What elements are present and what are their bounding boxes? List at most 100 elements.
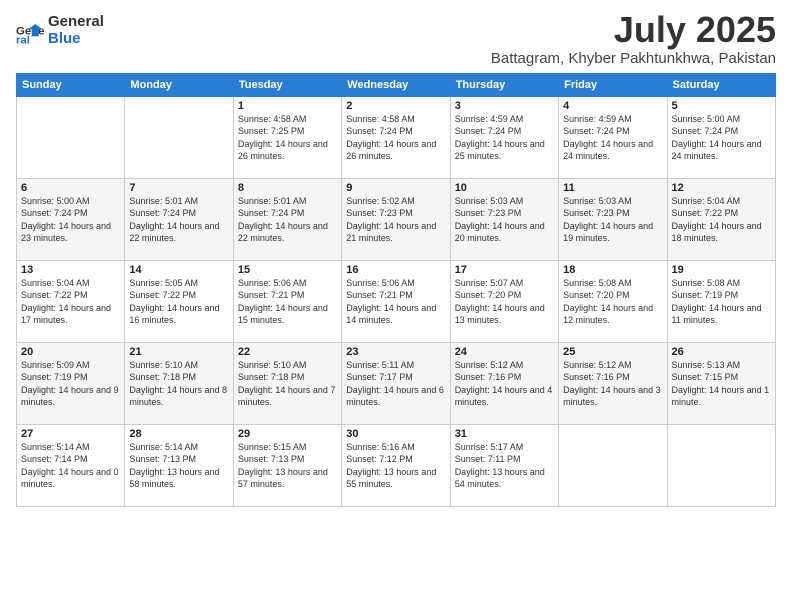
day-number: 14	[129, 264, 228, 276]
day-info: Sunrise: 5:04 AMSunset: 7:22 PMDaylight:…	[21, 277, 120, 327]
day-number: 24	[455, 346, 554, 358]
day-number: 29	[238, 428, 337, 440]
day-number: 18	[563, 264, 662, 276]
table-row: 26Sunrise: 5:13 AMSunset: 7:15 PMDayligh…	[667, 342, 775, 424]
page-header: Gene ral General Blue July 2025 Battagra…	[16, 10, 776, 67]
day-info: Sunrise: 5:00 AMSunset: 7:24 PMDaylight:…	[21, 195, 120, 245]
table-row: 6Sunrise: 5:00 AMSunset: 7:24 PMDaylight…	[17, 178, 125, 260]
day-info: Sunrise: 4:58 AMSunset: 7:24 PMDaylight:…	[346, 113, 445, 163]
day-info: Sunrise: 5:00 AMSunset: 7:24 PMDaylight:…	[672, 113, 771, 163]
day-info: Sunrise: 5:11 AMSunset: 7:17 PMDaylight:…	[346, 359, 445, 409]
table-row: 28Sunrise: 5:14 AMSunset: 7:13 PMDayligh…	[125, 424, 233, 506]
day-info: Sunrise: 5:10 AMSunset: 7:18 PMDaylight:…	[238, 359, 337, 409]
day-info: Sunrise: 5:03 AMSunset: 7:23 PMDaylight:…	[563, 195, 662, 245]
logo-blue-text: Blue	[48, 31, 104, 48]
day-info: Sunrise: 5:10 AMSunset: 7:18 PMDaylight:…	[129, 359, 228, 409]
day-number: 16	[346, 264, 445, 276]
day-number: 1	[238, 100, 337, 112]
day-number: 15	[238, 264, 337, 276]
day-info: Sunrise: 5:01 AMSunset: 7:24 PMDaylight:…	[238, 195, 337, 245]
calendar-header-row: Sunday Monday Tuesday Wednesday Thursday…	[17, 73, 776, 96]
table-row: 7Sunrise: 5:01 AMSunset: 7:24 PMDaylight…	[125, 178, 233, 260]
logo: Gene ral General Blue	[16, 14, 104, 47]
day-info: Sunrise: 5:17 AMSunset: 7:11 PMDaylight:…	[455, 441, 554, 491]
day-number: 12	[672, 182, 771, 194]
table-row	[125, 96, 233, 178]
table-row: 30Sunrise: 5:16 AMSunset: 7:12 PMDayligh…	[342, 424, 450, 506]
table-row	[17, 96, 125, 178]
day-info: Sunrise: 5:05 AMSunset: 7:22 PMDaylight:…	[129, 277, 228, 327]
day-number: 11	[563, 182, 662, 194]
header-friday: Friday	[559, 73, 667, 96]
day-number: 9	[346, 182, 445, 194]
day-info: Sunrise: 5:14 AMSunset: 7:13 PMDaylight:…	[129, 441, 228, 491]
month-title: July 2025	[491, 10, 776, 50]
header-saturday: Saturday	[667, 73, 775, 96]
logo-general-text: General	[48, 14, 104, 31]
table-row: 5Sunrise: 5:00 AMSunset: 7:24 PMDaylight…	[667, 96, 775, 178]
day-info: Sunrise: 5:09 AMSunset: 7:19 PMDaylight:…	[21, 359, 120, 409]
calendar-week-row: 20Sunrise: 5:09 AMSunset: 7:19 PMDayligh…	[17, 342, 776, 424]
day-number: 6	[21, 182, 120, 194]
table-row: 1Sunrise: 4:58 AMSunset: 7:25 PMDaylight…	[233, 96, 341, 178]
table-row: 24Sunrise: 5:12 AMSunset: 7:16 PMDayligh…	[450, 342, 558, 424]
table-row: 21Sunrise: 5:10 AMSunset: 7:18 PMDayligh…	[125, 342, 233, 424]
day-info: Sunrise: 5:06 AMSunset: 7:21 PMDaylight:…	[238, 277, 337, 327]
table-row: 18Sunrise: 5:08 AMSunset: 7:20 PMDayligh…	[559, 260, 667, 342]
table-row: 25Sunrise: 5:12 AMSunset: 7:16 PMDayligh…	[559, 342, 667, 424]
table-row: 17Sunrise: 5:07 AMSunset: 7:20 PMDayligh…	[450, 260, 558, 342]
logo-icon: Gene ral	[16, 17, 44, 45]
table-row: 9Sunrise: 5:02 AMSunset: 7:23 PMDaylight…	[342, 178, 450, 260]
day-info: Sunrise: 5:03 AMSunset: 7:23 PMDaylight:…	[455, 195, 554, 245]
day-info: Sunrise: 5:16 AMSunset: 7:12 PMDaylight:…	[346, 441, 445, 491]
day-info: Sunrise: 4:58 AMSunset: 7:25 PMDaylight:…	[238, 113, 337, 163]
day-info: Sunrise: 5:01 AMSunset: 7:24 PMDaylight:…	[129, 195, 228, 245]
day-number: 21	[129, 346, 228, 358]
header-sunday: Sunday	[17, 73, 125, 96]
day-number: 17	[455, 264, 554, 276]
day-info: Sunrise: 5:06 AMSunset: 7:21 PMDaylight:…	[346, 277, 445, 327]
table-row	[667, 424, 775, 506]
table-row: 27Sunrise: 5:14 AMSunset: 7:14 PMDayligh…	[17, 424, 125, 506]
table-row: 4Sunrise: 4:59 AMSunset: 7:24 PMDaylight…	[559, 96, 667, 178]
header-monday: Monday	[125, 73, 233, 96]
table-row: 10Sunrise: 5:03 AMSunset: 7:23 PMDayligh…	[450, 178, 558, 260]
day-number: 20	[21, 346, 120, 358]
day-info: Sunrise: 5:12 AMSunset: 7:16 PMDaylight:…	[455, 359, 554, 409]
table-row: 29Sunrise: 5:15 AMSunset: 7:13 PMDayligh…	[233, 424, 341, 506]
svg-text:ral: ral	[16, 34, 30, 45]
table-row: 3Sunrise: 4:59 AMSunset: 7:24 PMDaylight…	[450, 96, 558, 178]
table-row	[559, 424, 667, 506]
day-number: 13	[21, 264, 120, 276]
calendar-table: Sunday Monday Tuesday Wednesday Thursday…	[16, 73, 776, 507]
calendar-week-row: 6Sunrise: 5:00 AMSunset: 7:24 PMDaylight…	[17, 178, 776, 260]
table-row: 19Sunrise: 5:08 AMSunset: 7:19 PMDayligh…	[667, 260, 775, 342]
header-wednesday: Wednesday	[342, 73, 450, 96]
day-number: 25	[563, 346, 662, 358]
day-number: 27	[21, 428, 120, 440]
day-info: Sunrise: 5:07 AMSunset: 7:20 PMDaylight:…	[455, 277, 554, 327]
day-info: Sunrise: 4:59 AMSunset: 7:24 PMDaylight:…	[455, 113, 554, 163]
day-info: Sunrise: 5:08 AMSunset: 7:19 PMDaylight:…	[672, 277, 771, 327]
day-number: 2	[346, 100, 445, 112]
table-row: 13Sunrise: 5:04 AMSunset: 7:22 PMDayligh…	[17, 260, 125, 342]
day-info: Sunrise: 5:14 AMSunset: 7:14 PMDaylight:…	[21, 441, 120, 491]
table-row: 22Sunrise: 5:10 AMSunset: 7:18 PMDayligh…	[233, 342, 341, 424]
day-number: 8	[238, 182, 337, 194]
day-number: 5	[672, 100, 771, 112]
day-number: 31	[455, 428, 554, 440]
header-tuesday: Tuesday	[233, 73, 341, 96]
title-block: July 2025 Battagram, Khyber Pakhtunkhwa,…	[491, 10, 776, 67]
day-number: 4	[563, 100, 662, 112]
day-number: 23	[346, 346, 445, 358]
table-row: 2Sunrise: 4:58 AMSunset: 7:24 PMDaylight…	[342, 96, 450, 178]
table-row: 31Sunrise: 5:17 AMSunset: 7:11 PMDayligh…	[450, 424, 558, 506]
calendar-week-row: 1Sunrise: 4:58 AMSunset: 7:25 PMDaylight…	[17, 96, 776, 178]
day-number: 19	[672, 264, 771, 276]
calendar-week-row: 27Sunrise: 5:14 AMSunset: 7:14 PMDayligh…	[17, 424, 776, 506]
header-thursday: Thursday	[450, 73, 558, 96]
table-row: 20Sunrise: 5:09 AMSunset: 7:19 PMDayligh…	[17, 342, 125, 424]
day-info: Sunrise: 5:12 AMSunset: 7:16 PMDaylight:…	[563, 359, 662, 409]
day-number: 7	[129, 182, 228, 194]
calendar-week-row: 13Sunrise: 5:04 AMSunset: 7:22 PMDayligh…	[17, 260, 776, 342]
